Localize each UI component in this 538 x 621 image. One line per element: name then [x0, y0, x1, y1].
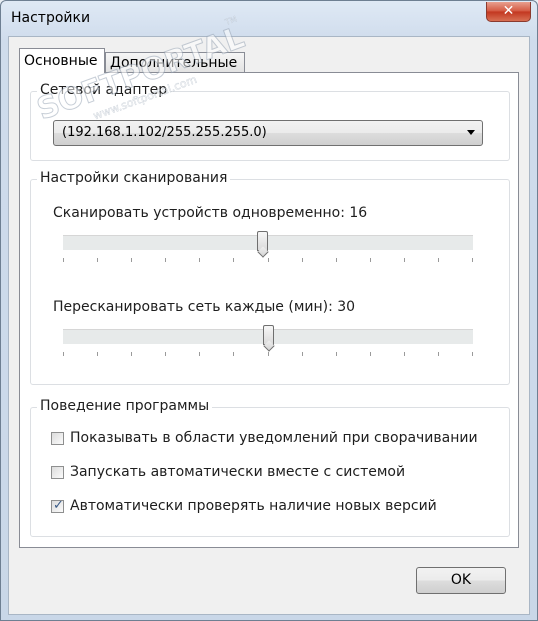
slider-tick	[165, 352, 166, 356]
tray-minimize-checkbox[interactable]	[51, 432, 64, 445]
slider-tick	[131, 352, 132, 356]
tab-panel-main: Сетевой адаптер (192.168.1.102/255.255.2…	[19, 72, 519, 548]
autostart-checkbox[interactable]	[51, 466, 64, 479]
slider-tick	[233, 352, 234, 356]
slider-tick	[404, 352, 405, 356]
settings-window: Настройки ✕ Основные Дополнительные Сете…	[0, 0, 538, 621]
close-button[interactable]: ✕	[486, 2, 531, 22]
slider-tick	[233, 258, 234, 262]
dropdown-arrow-icon	[467, 130, 475, 135]
slider-tick	[63, 352, 64, 356]
scan-settings-group: Настройки сканирования Сканировать устро…	[30, 170, 510, 385]
slider-tick	[302, 352, 303, 356]
slider-tick	[199, 258, 200, 262]
slider-tick	[97, 352, 98, 356]
program-behavior-group-label: Поведение программы	[37, 398, 213, 414]
rescan-interval-slider[interactable]	[63, 325, 473, 361]
concurrent-scan-slider[interactable]	[63, 231, 473, 267]
network-adapter-value: (192.168.1.102/255.255.255.0)	[62, 125, 267, 140]
update-check-label: Автоматически проверять наличие новых ве…	[70, 498, 437, 514]
slider-tick	[472, 352, 473, 356]
dialog-client-area: Основные Дополнительные Сетевой адаптер …	[8, 36, 530, 615]
slider-tick	[404, 258, 405, 262]
slider-tick	[165, 258, 166, 262]
rescan-interval-label: Пересканировать сеть каждые (мин): 30	[53, 299, 356, 315]
concurrent-scan-label: Сканировать устройств одновременно: 16	[53, 205, 368, 221]
slider-tick	[472, 258, 473, 262]
slider-tick	[268, 352, 269, 356]
title-bar[interactable]: Настройки ✕	[1, 1, 537, 35]
slider-tick	[302, 258, 303, 262]
slider-tick	[336, 352, 337, 356]
network-adapter-dropdown[interactable]: (192.168.1.102/255.255.255.0)	[53, 120, 483, 146]
slider-tick	[131, 258, 132, 262]
tab-advanced[interactable]: Дополнительные	[105, 52, 245, 72]
slider-tick	[336, 258, 337, 262]
autostart-label: Запускать автоматически вместе с системо…	[70, 464, 406, 480]
update-check-checkbox[interactable]: ✓	[51, 498, 64, 513]
slider-tick	[63, 258, 64, 262]
tab-main[interactable]: Основные	[19, 48, 105, 73]
ok-button[interactable]: OK	[416, 567, 506, 594]
network-adapter-group-label: Сетевой адаптер	[37, 82, 171, 98]
checkmark-icon: ✓	[53, 498, 64, 513]
slider-tick	[438, 258, 439, 262]
close-icon: ✕	[502, 3, 515, 19]
tray-minimize-label: Показывать в области уведомлений при сво…	[70, 430, 478, 446]
network-adapter-group: Сетевой адаптер (192.168.1.102/255.255.2…	[30, 82, 510, 161]
slider-tick	[268, 258, 269, 262]
slider-tick	[438, 352, 439, 356]
slider-track	[63, 235, 473, 250]
slider-thumb[interactable]	[256, 231, 268, 251]
slider-tick	[370, 258, 371, 262]
slider-tick	[370, 352, 371, 356]
scan-settings-group-label: Настройки сканирования	[37, 170, 231, 186]
slider-tick	[97, 258, 98, 262]
window-title: Настройки	[11, 10, 91, 26]
slider-tick	[199, 352, 200, 356]
program-behavior-group: Поведение программы Показывать в области…	[30, 398, 510, 537]
slider-thumb[interactable]	[263, 325, 274, 345]
